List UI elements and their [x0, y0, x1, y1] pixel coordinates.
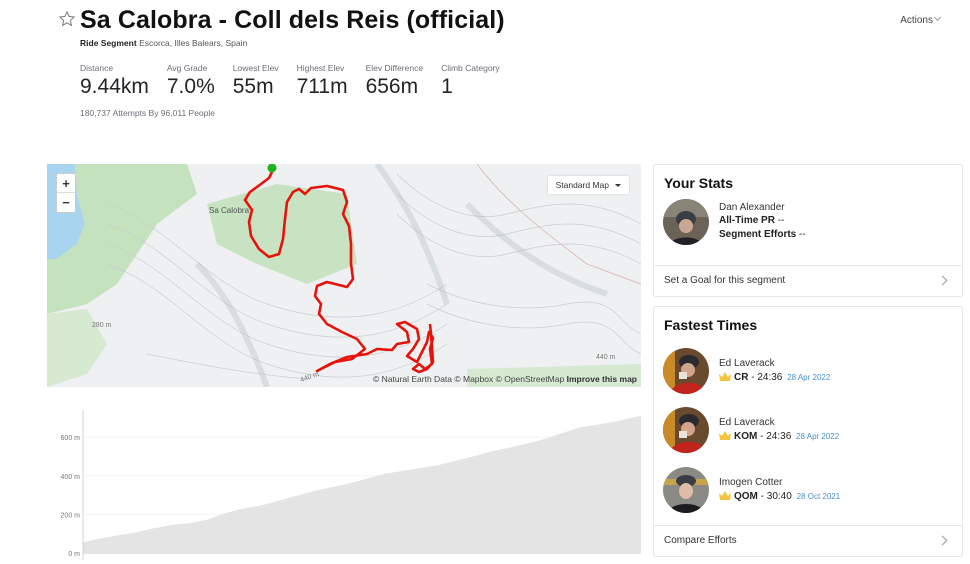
elevation-area	[83, 415, 641, 553]
stat-value: 7.0%	[166, 75, 215, 98]
stat-climb-category: Climb Category 1	[441, 63, 500, 99]
stat-label: Highest Elev	[296, 63, 345, 73]
place-label: Sa Calobra	[209, 206, 250, 215]
stat-distance: Distance 9.44km	[80, 63, 149, 99]
stat-elev-difference: Elev Difference 656m	[366, 63, 423, 99]
segment-type: Ride Segment	[80, 38, 137, 48]
stat-value: 55m	[232, 75, 274, 98]
avatar-image	[663, 407, 709, 453]
stat-value: 1	[441, 75, 453, 98]
caret-down-icon	[615, 184, 621, 187]
record-line: CR - 24:36 28 Apr 2022	[719, 372, 830, 383]
stat-value: 711m	[296, 75, 348, 98]
record-date[interactable]: 28 Apr 2022	[787, 373, 830, 382]
athlete-name[interactable]: Ed Laverack	[719, 417, 775, 428]
efforts-label: Segment Efforts	[719, 229, 797, 240]
record-time[interactable]: - 30:40	[761, 491, 792, 502]
athlete-name[interactable]: Ed Laverack	[719, 358, 775, 369]
current-athlete: Dan Alexander All-Time PR -- Segment Eff…	[654, 199, 962, 259]
record-time[interactable]: - 24:36	[760, 431, 791, 442]
stat-label: Avg Grade	[166, 63, 208, 73]
record-date[interactable]: 28 Oct 2021	[797, 492, 841, 501]
actions-label: Actions	[900, 15, 933, 26]
avatar[interactable]	[663, 348, 709, 394]
y-tick-label: 0 m	[68, 551, 80, 558]
attribution-text: © Natural Earth Data © Mapbox © OpenStre…	[372, 374, 565, 384]
fastest-times-card: Fastest Times Ed Laverack CR - 24:36 28 …	[653, 306, 963, 557]
segment-stats: Distance 9.44km Avg Grade 7.0% Lowest El…	[80, 63, 518, 99]
actions-menu[interactable]: Actions	[900, 13, 942, 26]
stat-value: 656m	[365, 75, 419, 98]
stat-label: Lowest Elev	[232, 63, 279, 73]
record-line: QOM - 30:40 28 Oct 2021	[719, 491, 840, 502]
record-badge: CR	[734, 372, 749, 383]
crown-icon	[719, 372, 731, 381]
your-stats-heading: Your Stats	[664, 175, 733, 191]
crown-icon	[719, 491, 731, 500]
elevation-chart[interactable]: 0 m 200 m 400 m 600 m	[47, 400, 641, 564]
improve-map-link[interactable]: Improve this map	[567, 374, 637, 384]
y-tick-label: 600 m	[61, 435, 81, 442]
segment-location: Escorca, Illes Balears, Spain	[139, 38, 248, 48]
avatar-image	[663, 467, 709, 513]
zoom-out-button[interactable]: −	[57, 193, 75, 212]
stat-highest-elev: Highest Elev 711m	[297, 63, 348, 99]
efforts-value: --	[799, 229, 806, 240]
set-goal-label: Set a Goal for this segment	[664, 275, 786, 286]
segment-efforts: Segment Efforts --	[719, 229, 806, 240]
map-canvas	[47, 164, 641, 387]
y-tick-label: 200 m	[61, 512, 81, 519]
record-date[interactable]: 28 Apr 2022	[796, 432, 839, 441]
set-goal-link[interactable]: Set a Goal for this segment	[654, 265, 962, 296]
stat-label: Elev Difference	[365, 63, 424, 73]
stat-avg-grade: Avg Grade 7.0%	[167, 63, 215, 99]
stat-value: 9.44km	[80, 75, 149, 98]
chevron-right-icon	[937, 535, 948, 546]
avatar[interactable]	[663, 407, 709, 453]
map-attribution: © Natural Earth Data © Mapbox © OpenStre…	[373, 374, 637, 384]
avatar[interactable]	[663, 199, 709, 245]
leaderboard-entry[interactable]: Imogen Cotter QOM - 30:40 28 Oct 2021	[654, 467, 962, 527]
start-marker	[267, 164, 277, 173]
fastest-times-heading: Fastest Times	[664, 317, 758, 333]
contour-label: 280 m	[92, 322, 112, 329]
stat-lowest-elev: Lowest Elev 55m	[233, 63, 279, 99]
vegetation-area	[47, 309, 107, 387]
pr-label: All-Time PR	[719, 215, 775, 226]
all-time-pr: All-Time PR --	[719, 215, 784, 226]
athlete-name[interactable]: Imogen Cotter	[719, 477, 782, 488]
stat-label: Climb Category	[441, 63, 500, 73]
crown-icon	[719, 431, 731, 440]
elevation-chart-svg: 0 m 200 m 400 m 600 m	[61, 410, 641, 560]
record-time[interactable]: - 24:36	[751, 372, 782, 383]
segment-subtitle: Ride Segment Escorca, Illes Balears, Spa…	[80, 38, 247, 48]
leaderboard-entry[interactable]: Ed Laverack KOM - 24:36 28 Apr 2022	[654, 407, 962, 467]
chevron-down-icon	[933, 13, 942, 22]
record-badge: KOM	[734, 431, 758, 442]
segment-map[interactable]: Sa Calobra 280 m 440 m 440 m + − Standar…	[47, 164, 641, 387]
y-tick-label: 400 m	[61, 474, 81, 481]
avatar[interactable]	[663, 467, 709, 513]
avatar-image	[663, 199, 709, 245]
chevron-right-icon	[937, 275, 948, 286]
map-zoom-control: + −	[56, 173, 76, 213]
compare-efforts-label: Compare Efforts	[664, 535, 737, 546]
your-stats-card: Your Stats Dan Alexander All-Time PR -- …	[653, 164, 963, 297]
stat-label: Distance	[80, 63, 114, 73]
record-badge: QOM	[734, 491, 758, 502]
page-title: Sa Calobra - Coll dels Reis (official)	[80, 6, 505, 34]
record-line: KOM - 24:36 28 Apr 2022	[719, 431, 839, 442]
map-type-label: Standard Map	[555, 180, 609, 190]
vegetation-area	[207, 184, 357, 284]
attempts-count: 180,737 Attempts By 96,011 People	[80, 108, 215, 118]
star-icon[interactable]	[58, 10, 76, 28]
avatar-image	[663, 348, 709, 394]
athlete-name[interactable]: Dan Alexander	[719, 202, 785, 213]
zoom-in-button[interactable]: +	[57, 174, 75, 193]
map-type-dropdown[interactable]: Standard Map	[547, 176, 629, 194]
leaderboard-entry[interactable]: Ed Laverack CR - 24:36 28 Apr 2022	[654, 348, 962, 408]
pr-value: --	[777, 215, 785, 226]
compare-efforts-link[interactable]: Compare Efforts	[654, 525, 962, 556]
contour-label: 440 m	[596, 354, 616, 361]
